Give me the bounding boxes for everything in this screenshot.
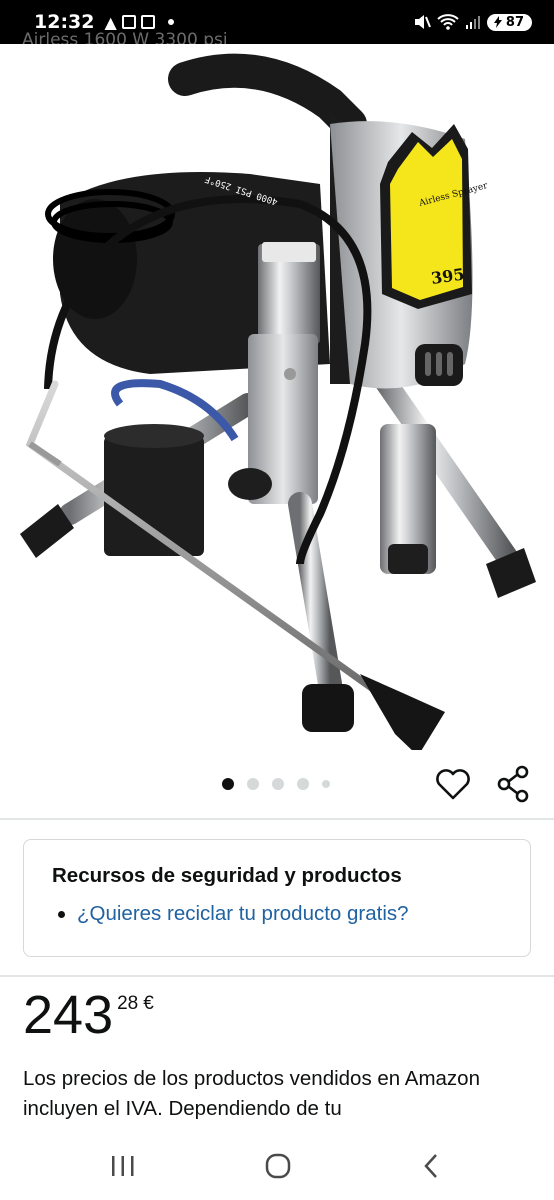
more-notifications-icon [167,19,174,25]
heart-icon [436,769,470,800]
recent-apps-button[interactable] [109,1154,137,1178]
home-button[interactable] [264,1152,292,1180]
image-carousel-indicator [222,778,330,790]
share-icon [497,765,529,803]
mute-icon [414,15,431,29]
back-icon [424,1154,437,1178]
safety-resources-box: Recursos de seguridad y productos ¿Quier… [23,839,531,957]
price-currency: € [143,993,154,1014]
bullet-icon [58,910,65,918]
carousel-dot-1[interactable] [222,778,234,790]
tax-notice: Los precios de los productos vendidos en… [23,1067,480,1120]
recent-apps-icon [112,1156,134,1176]
battery-level: 87 [505,14,524,30]
price: 243 28 € [23,985,154,1045]
battery-indicator: 87 [486,13,532,31]
safety-resources-title: Recursos de seguridad y productos [52,864,402,887]
home-icon [265,1153,291,1179]
recycle-product-link[interactable]: ¿Quieres reciclar tu producto gratis? [77,902,409,926]
safety-list-item: ¿Quieres reciclar tu producto gratis? [58,902,409,926]
carousel-dot-3[interactable] [272,778,284,790]
airless-sprayer-illustration: Airless Sprayer 395 4000 PSI 250°F 4000 … [20,53,536,756]
share-button[interactable] [494,764,532,804]
carousel-dot-2[interactable] [247,778,259,790]
price-whole: 243 [23,985,114,1045]
product-image[interactable]: Airless Sprayer 395 4000 PSI 250°F 4000 … [0,44,554,756]
signal-icon [465,16,480,29]
section-divider-2 [0,975,554,977]
warning-icon: ▲ [104,12,117,32]
price-fraction: 28 [117,993,139,1014]
wifi-icon [437,14,459,30]
screen-icon [121,15,136,29]
notification-icons: ▲ [104,12,174,32]
section-divider [0,818,554,820]
system-icons: 87 [413,13,532,31]
add-to-list-button[interactable] [434,766,472,802]
battery-saver-icon [493,16,502,28]
carousel-dot-4[interactable] [297,778,309,790]
message-icon [140,15,155,29]
android-navigation-bar [0,1130,554,1200]
carousel-dot-5[interactable] [322,780,330,788]
back-button[interactable] [420,1152,442,1180]
